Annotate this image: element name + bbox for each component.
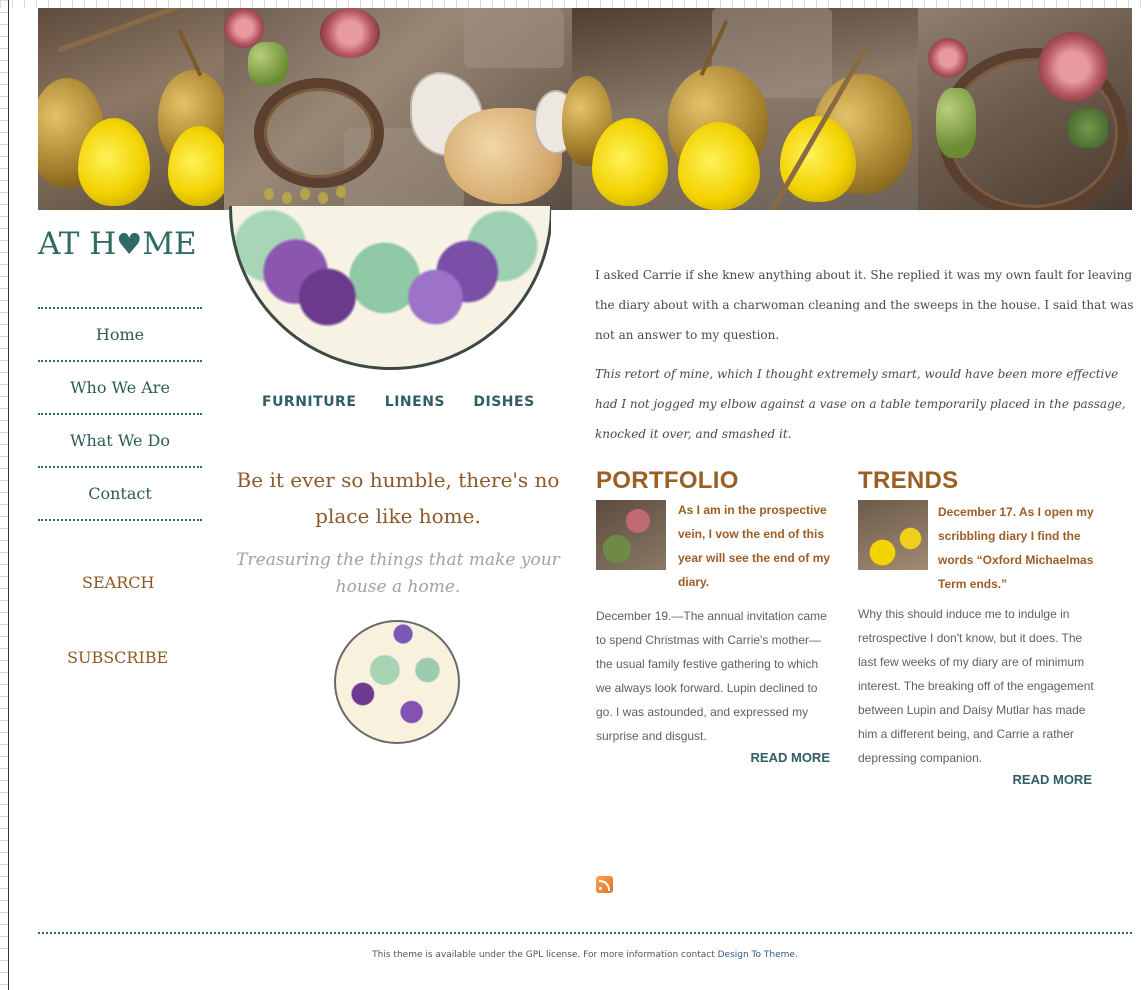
intro-text: I asked Carrie if she knew anything abou… <box>595 260 1139 454</box>
tagline: Be it ever so humble, there's no place l… <box>236 468 560 528</box>
banner-panel-pears <box>562 8 918 210</box>
portfolio-read-more-link[interactable]: READ MORE <box>596 750 830 765</box>
banner-panel-rooster <box>224 8 578 210</box>
logo-text-end: ME <box>142 226 197 262</box>
logo-text-start: AT H <box>38 226 117 262</box>
footer: This theme is available under the GPL li… <box>0 950 1144 960</box>
search-link[interactable]: SEARCH <box>82 573 154 592</box>
rss-icon[interactable] <box>596 876 613 893</box>
banner-panel-wreath <box>918 8 1132 210</box>
violet-plate-image <box>227 206 551 372</box>
sub-tagline: Treasuring the things that make your hou… <box>236 550 560 597</box>
portfolio-body: December 19.—The annual invitation came … <box>596 609 827 743</box>
nav-item-what-we-do[interactable]: What We Do <box>38 415 202 466</box>
subscribe-link[interactable]: SUBSCRIBE <box>67 648 168 667</box>
category-furniture[interactable]: FURNITURE <box>262 394 356 410</box>
header-banner <box>38 8 1132 210</box>
portfolio-section: PORTFOLIO As I am in the prospective vei… <box>596 466 836 765</box>
intro-paragraph-italic: This retort of mine, which I thought ext… <box>595 367 1126 441</box>
category-dishes[interactable]: DISHES <box>473 394 534 410</box>
nav-item-contact[interactable]: Contact <box>38 468 202 519</box>
footer-period: . <box>794 950 798 960</box>
nav-item-home[interactable]: Home <box>38 309 202 360</box>
small-plate-image <box>334 620 460 744</box>
portfolio-thumbnail[interactable] <box>596 500 666 570</box>
footer-link-design-to-theme[interactable]: Design To Theme <box>718 950 795 960</box>
intro-paragraph: I asked Carrie if she knew anything abou… <box>595 268 1134 342</box>
trends-thumbnail[interactable] <box>858 500 928 570</box>
trends-read-more-link[interactable]: READ MORE <box>858 772 1092 787</box>
banner-panel-apples <box>38 8 230 210</box>
top-ruler <box>0 0 1144 8</box>
portfolio-lead: As I am in the prospective vein, I vow t… <box>678 503 831 589</box>
category-linens[interactable]: LINENS <box>385 394 445 410</box>
trends-heading[interactable]: TRENDS <box>858 466 1098 496</box>
left-ruler <box>0 0 9 990</box>
category-links: FURNITURE LINENS DISHES <box>262 394 558 410</box>
portfolio-heading[interactable]: PORTFOLIO <box>596 466 836 496</box>
footer-text: This theme is available under the GPL li… <box>372 950 718 960</box>
nav-divider <box>38 519 202 521</box>
trends-body: Why this should induce me to indulge in … <box>858 607 1094 765</box>
footer-divider <box>38 932 1132 934</box>
site-logo[interactable]: AT H♥ME <box>38 226 197 262</box>
main-nav: Home Who We Are What We Do Contact <box>38 307 202 521</box>
nav-item-who-we-are[interactable]: Who We Are <box>38 362 202 413</box>
trends-section: TRENDS December 17. As I open my scribbl… <box>858 466 1098 787</box>
heart-icon: ♥ <box>116 227 143 261</box>
